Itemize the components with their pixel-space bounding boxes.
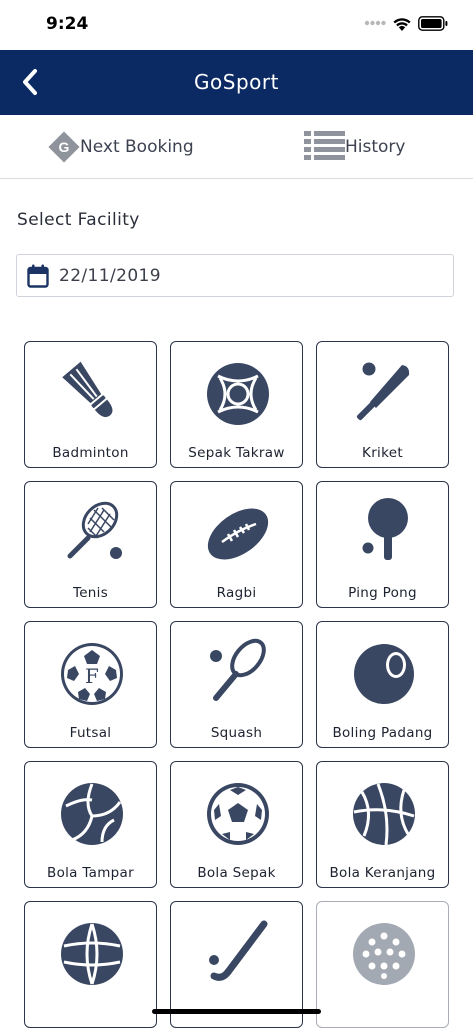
facility-label: Bola Sepak	[197, 865, 276, 881]
squash-racket-icon	[210, 638, 266, 701]
facility-tile-pickleball[interactable]	[316, 901, 449, 1028]
signal-icon	[364, 20, 386, 26]
lawn-bowl-icon	[354, 644, 414, 704]
facility-tile-futsal[interactable]: F Futsal	[24, 621, 157, 748]
facility-label: Boling Padang	[332, 725, 433, 741]
facility-tile-bola-sepak[interactable]: Bola Sepak	[170, 761, 303, 888]
status-bar: 9:24	[0, 0, 473, 50]
cricket-bat-icon	[356, 362, 410, 421]
facility-tile-ragbi[interactable]: Ragbi	[170, 481, 303, 608]
wifi-icon	[393, 18, 411, 31]
section-title: Select Facility	[17, 210, 140, 230]
tab-next-booking[interactable]: G Next Booking	[46, 115, 194, 178]
home-indicator[interactable]	[152, 1009, 321, 1014]
list-icon	[304, 130, 345, 160]
date-value: 22/11/2019	[59, 265, 161, 286]
facility-tile-kriket[interactable]: Kriket	[316, 341, 449, 468]
facility-tile-sepak-takraw[interactable]: Sepak Takraw	[170, 341, 303, 468]
facility-label: Squash	[210, 725, 263, 741]
facility-label: Bola Keranjang	[329, 865, 436, 881]
rugby-ball-icon	[207, 508, 269, 560]
tab-history[interactable]: History	[303, 115, 405, 178]
facility-tile-bola-keranjang[interactable]: Bola Keranjang	[316, 761, 449, 888]
shuttlecock-icon	[62, 361, 113, 418]
facility-label: Badminton	[52, 445, 129, 461]
tab-history-label: History	[345, 136, 406, 157]
tab-bar: G Next Booking History	[0, 115, 473, 179]
netball-icon	[61, 923, 123, 985]
status-time: 9:24	[46, 14, 89, 34]
tennis-racket-icon	[67, 501, 122, 559]
date-field[interactable]: 22/11/2019	[16, 254, 454, 297]
facility-tile-ping-pong[interactable]: Ping Pong	[316, 481, 449, 608]
facility-tile-netball[interactable]	[24, 901, 157, 1028]
gosport-logo-icon: G	[48, 130, 80, 163]
battery-icon	[418, 16, 448, 31]
soccer-ball-icon	[207, 783, 269, 845]
facility-label: Kriket	[362, 445, 403, 461]
hockey-stick-icon	[209, 920, 268, 981]
facility-label: Futsal	[69, 725, 112, 741]
facility-label: Tenis	[72, 585, 109, 601]
takraw-ball-icon	[207, 363, 269, 425]
futsal-ball-icon: F	[61, 643, 123, 705]
facility-label: Bola Tampar	[47, 865, 134, 881]
svg-text:G: G	[59, 139, 70, 155]
calendar-icon	[27, 264, 49, 288]
facility-tile-squash[interactable]: Squash	[170, 621, 303, 748]
facility-label: Sepak Takraw	[188, 445, 285, 461]
facility-tile-boling-padang[interactable]: Boling Padang	[316, 621, 449, 748]
volleyball-icon	[61, 783, 123, 845]
facility-tile-bola-tampar[interactable]: Bola Tampar	[24, 761, 157, 888]
pickleball-icon	[353, 923, 415, 985]
basketball-icon	[353, 783, 415, 846]
page-title: GoSport	[194, 70, 279, 94]
tab-next-booking-label: Next Booking	[80, 136, 194, 157]
facility-label: Ragbi	[216, 585, 257, 601]
facility-tile-badminton[interactable]: Badminton	[24, 341, 157, 468]
facility-tile-tenis[interactable]: Tenis	[24, 481, 157, 608]
header-bar: GoSport	[0, 50, 473, 115]
facility-label: Ping Pong	[348, 585, 417, 601]
svg-text:F: F	[85, 664, 99, 688]
ping-pong-paddle-icon	[362, 498, 408, 560]
